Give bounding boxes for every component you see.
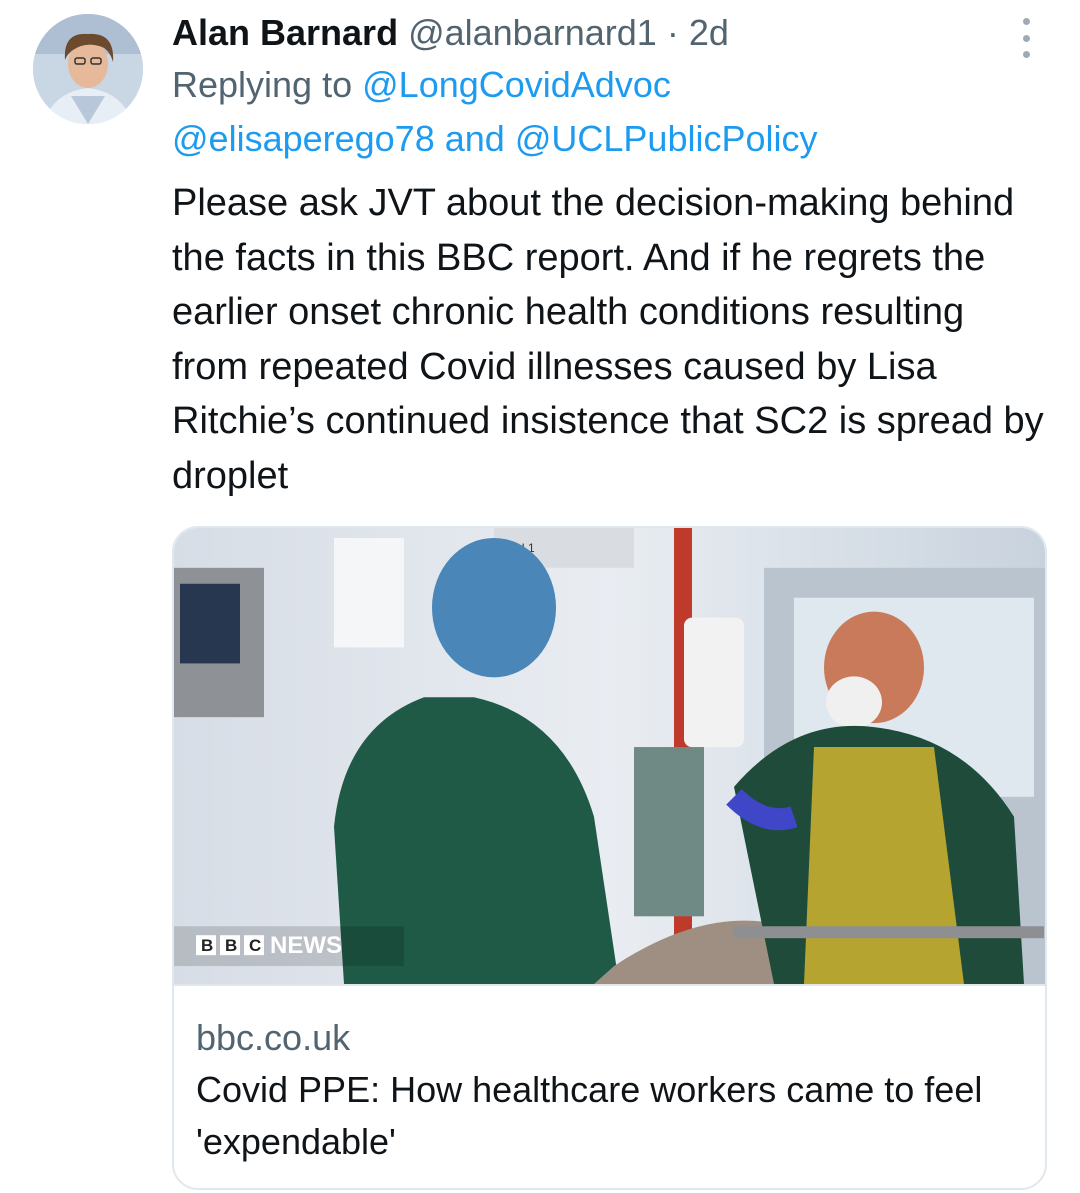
bbc-logo-c: C: [249, 936, 261, 955]
card-title[interactable]: Covid PPE: How healthcare workers came t…: [196, 1064, 1023, 1168]
link-card[interactable]: ICU 1 B B C NEWS bbc.co.uk Covid PPE: Ho…: [172, 526, 1047, 1190]
mention-link[interactable]: @LongCovidAdvoc: [362, 64, 671, 105]
mention-link[interactable]: @elisaperego78: [172, 118, 435, 159]
separator-dot: ·: [666, 12, 679, 53]
replying-to: Replying to @LongCovidAdvoc @elisaperego…: [172, 58, 1047, 166]
tweet-header: Alan Barnard @alanbarnard1 · 2d: [172, 8, 1047, 58]
display-name[interactable]: Alan Barnard: [172, 12, 398, 53]
timestamp[interactable]: 2d: [689, 12, 729, 53]
bbc-news-text: NEWS: [270, 932, 342, 959]
avatar[interactable]: [33, 14, 143, 124]
replying-to-label: Replying to: [172, 64, 353, 105]
mention-and: and: [444, 118, 505, 159]
card-domain[interactable]: bbc.co.uk: [196, 1012, 1023, 1064]
bbc-logo-b2: B: [225, 936, 237, 955]
tweet: Alan Barnard @alanbarnard1 · 2d Replying…: [0, 0, 1080, 1193]
tweet-text: Please ask JVT about the decision-making…: [172, 182, 1044, 497]
user-handle[interactable]: @alanbarnard1: [408, 12, 657, 53]
bbc-logo-b1: B: [201, 936, 213, 955]
avatar-image: [33, 14, 143, 124]
card-info: bbc.co.uk Covid PPE: How healthcare work…: [174, 986, 1045, 1168]
mention-link[interactable]: @UCLPublicPolicy: [515, 118, 818, 159]
tweet-content: Alan Barnard @alanbarnard1 · 2d Replying…: [172, 8, 1047, 503]
card-image: ICU 1 B B C NEWS: [174, 528, 1045, 986]
